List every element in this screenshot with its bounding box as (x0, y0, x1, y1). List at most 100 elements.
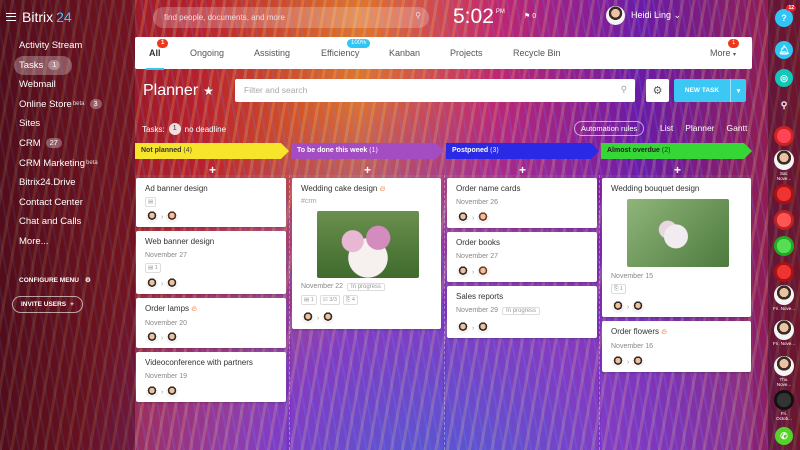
star-icon[interactable]: ★ (203, 84, 214, 98)
search-button[interactable]: ⚲ (775, 96, 793, 114)
task-card[interactable]: Ad banner design ▤ › (136, 178, 286, 227)
flag-counter[interactable]: ⚑ 0 (524, 12, 536, 20)
column-divider (444, 175, 445, 450)
column-header-this-week[interactable]: To be done this week (1) (291, 143, 444, 159)
sidebar-item-tasks[interactable]: Tasks 1 (14, 55, 72, 75)
column-header-almost-overdue[interactable]: Almost overdue (2) (601, 143, 752, 159)
arrow-icon: › (472, 268, 475, 276)
open-channels-button[interactable]: ◎ (775, 69, 793, 87)
recent-chat-5[interactable] (773, 236, 795, 257)
add-task-icon[interactable]: + (519, 163, 526, 177)
sidebar-item-crm-marketing[interactable]: CRM Marketing beta (14, 154, 132, 173)
chevron-down-icon[interactable]: ▾ (730, 79, 746, 102)
column-header-postponed[interactable]: Postponed (3) (446, 143, 599, 159)
column-header-not-planned[interactable]: Not planned (4) (135, 143, 289, 159)
task-card[interactable]: Sales reports November 29 In progress › (447, 286, 597, 338)
task-card[interactable]: Wedding cake design 🔥︎ #crm November 22 I… (292, 178, 441, 329)
avatar (774, 356, 794, 376)
call-button[interactable]: ✆ (775, 427, 793, 445)
recent-chat-8[interactable]: Fri. Nove... (773, 320, 795, 346)
invite-users-button[interactable]: INVITE USERS + (12, 296, 83, 313)
recent-chat-10[interactable]: Fri. Octob... (773, 390, 795, 421)
column-title: To be done this week (297, 147, 368, 154)
no-deadline-link[interactable]: no deadline (185, 125, 226, 134)
search-icon: ⚲ (780, 99, 788, 110)
clock[interactable]: 5:02 PM (453, 5, 505, 29)
tab-badge: 1 (157, 39, 169, 48)
add-task-icon[interactable]: + (364, 163, 371, 177)
sidebar-item-activity-stream[interactable]: Activity Stream (14, 36, 132, 55)
view-planner[interactable]: Planner (685, 123, 714, 133)
recent-chat-1[interactable] (773, 126, 795, 147)
tasks-count-badge[interactable]: 1 (168, 123, 181, 135)
task-tag[interactable]: #crm (301, 198, 434, 205)
search-icon[interactable]: ⚲ (621, 84, 627, 95)
tab-projects[interactable]: Projects (450, 48, 483, 58)
arrow-icon: › (161, 280, 164, 288)
avatar (774, 320, 794, 340)
task-card[interactable]: Order flowers 🔥︎ November 16 › (602, 321, 751, 372)
sidebar-item-label: CRM Marketing (19, 157, 85, 169)
recent-chat-9[interactable]: Thu. Nove... (773, 356, 795, 387)
automation-rules-button[interactable]: Automation rules (574, 121, 645, 136)
sidebar-item-contact-center[interactable]: Contact Center (14, 193, 132, 212)
task-card[interactable]: Order lamps 🔥︎ November 20 › (136, 298, 286, 348)
sidebar-item-webmail[interactable]: Webmail (14, 75, 132, 94)
help-icon: ? (781, 13, 787, 23)
sidebar-item-drive[interactable]: Bitrix24.Drive (14, 173, 132, 192)
new-task-button[interactable]: NEW TASK ▾ (674, 79, 746, 102)
chat-date: Fri. Octob... (776, 411, 792, 421)
configure-menu-button[interactable]: CONFIGURE MENU ⚙ (19, 276, 91, 285)
task-card[interactable]: Order books November 27 › (447, 232, 597, 282)
add-task-icon[interactable]: + (674, 163, 681, 177)
task-card[interactable]: Wedding bouquet design November 15 ⎘ 1 › (602, 178, 751, 317)
invite-label: INVITE USERS (21, 301, 67, 308)
plus-icon: + (70, 301, 74, 308)
task-card[interactable]: Web banner design November 27 ▤ 1 › (136, 231, 286, 294)
avatar (146, 332, 158, 344)
task-image[interactable] (626, 199, 729, 267)
search-icon[interactable]: ⚲ (415, 11, 421, 20)
sidebar-item-sites[interactable]: Sites (14, 114, 132, 133)
global-search-input[interactable]: find people, documents, and more ⚲ (153, 7, 429, 28)
avatar (612, 356, 624, 368)
recent-chat-4[interactable] (773, 210, 795, 231)
settings-button[interactable]: ⚙ (646, 79, 669, 102)
sidebar-item-crm[interactable]: CRM 27 (14, 134, 132, 153)
recent-chat-7[interactable]: Fri. Nove... (773, 285, 795, 311)
recent-chat-6[interactable] (773, 262, 795, 283)
sidebar-item-chat-calls[interactable]: Chat and Calls (14, 212, 132, 231)
tab-all[interactable]: All 1 (146, 39, 169, 70)
avatar (774, 184, 794, 204)
tab-efficiency[interactable]: Efficiency 100% (321, 39, 371, 58)
help-button[interactable]: ? 12 (775, 5, 796, 27)
user-menu[interactable]: Heidi Ling ⌄ (606, 6, 681, 25)
sidebar-item-online-store[interactable]: Online Store beta 3 (14, 95, 132, 114)
task-card[interactable]: Order name cards November 26 › (447, 178, 597, 228)
notifications-button[interactable]: 🔔︎ (775, 41, 793, 59)
menu-icon[interactable] (6, 13, 16, 21)
logo[interactable]: Bitrix 24 (6, 9, 72, 25)
tab-kanban[interactable]: Kanban (389, 48, 420, 58)
recent-chat-2[interactable]: Sat. Nove... (773, 150, 795, 181)
tab-more[interactable]: More ▾ 1 (710, 39, 740, 58)
avatar (477, 322, 490, 334)
view-gantt[interactable]: Gantt (727, 123, 748, 133)
task-participants: › (302, 312, 335, 324)
view-list[interactable]: List (660, 123, 673, 133)
tab-ongoing[interactable]: Ongoing (190, 48, 224, 58)
tab-assisting[interactable]: Assisting (254, 48, 290, 58)
filter-search-input[interactable]: Filter and search ⚲ (235, 79, 635, 102)
sidebar-item-label: CRM (19, 137, 41, 149)
task-participants: › (146, 278, 179, 290)
flag-icon: ⚑ (524, 13, 531, 20)
tab-recycle-bin[interactable]: Recycle Bin (513, 48, 561, 58)
sidebar-item-more[interactable]: More... (14, 232, 132, 251)
task-card[interactable]: Videoconference with partners November 1… (136, 352, 286, 402)
add-task-icon[interactable]: + (209, 163, 216, 177)
arrow-icon: › (317, 314, 320, 322)
sidebar-item-label: Sites (19, 118, 41, 130)
recent-chat-3[interactable] (773, 184, 795, 205)
task-image[interactable] (316, 211, 419, 278)
clock-time: 5:02 (453, 5, 494, 28)
